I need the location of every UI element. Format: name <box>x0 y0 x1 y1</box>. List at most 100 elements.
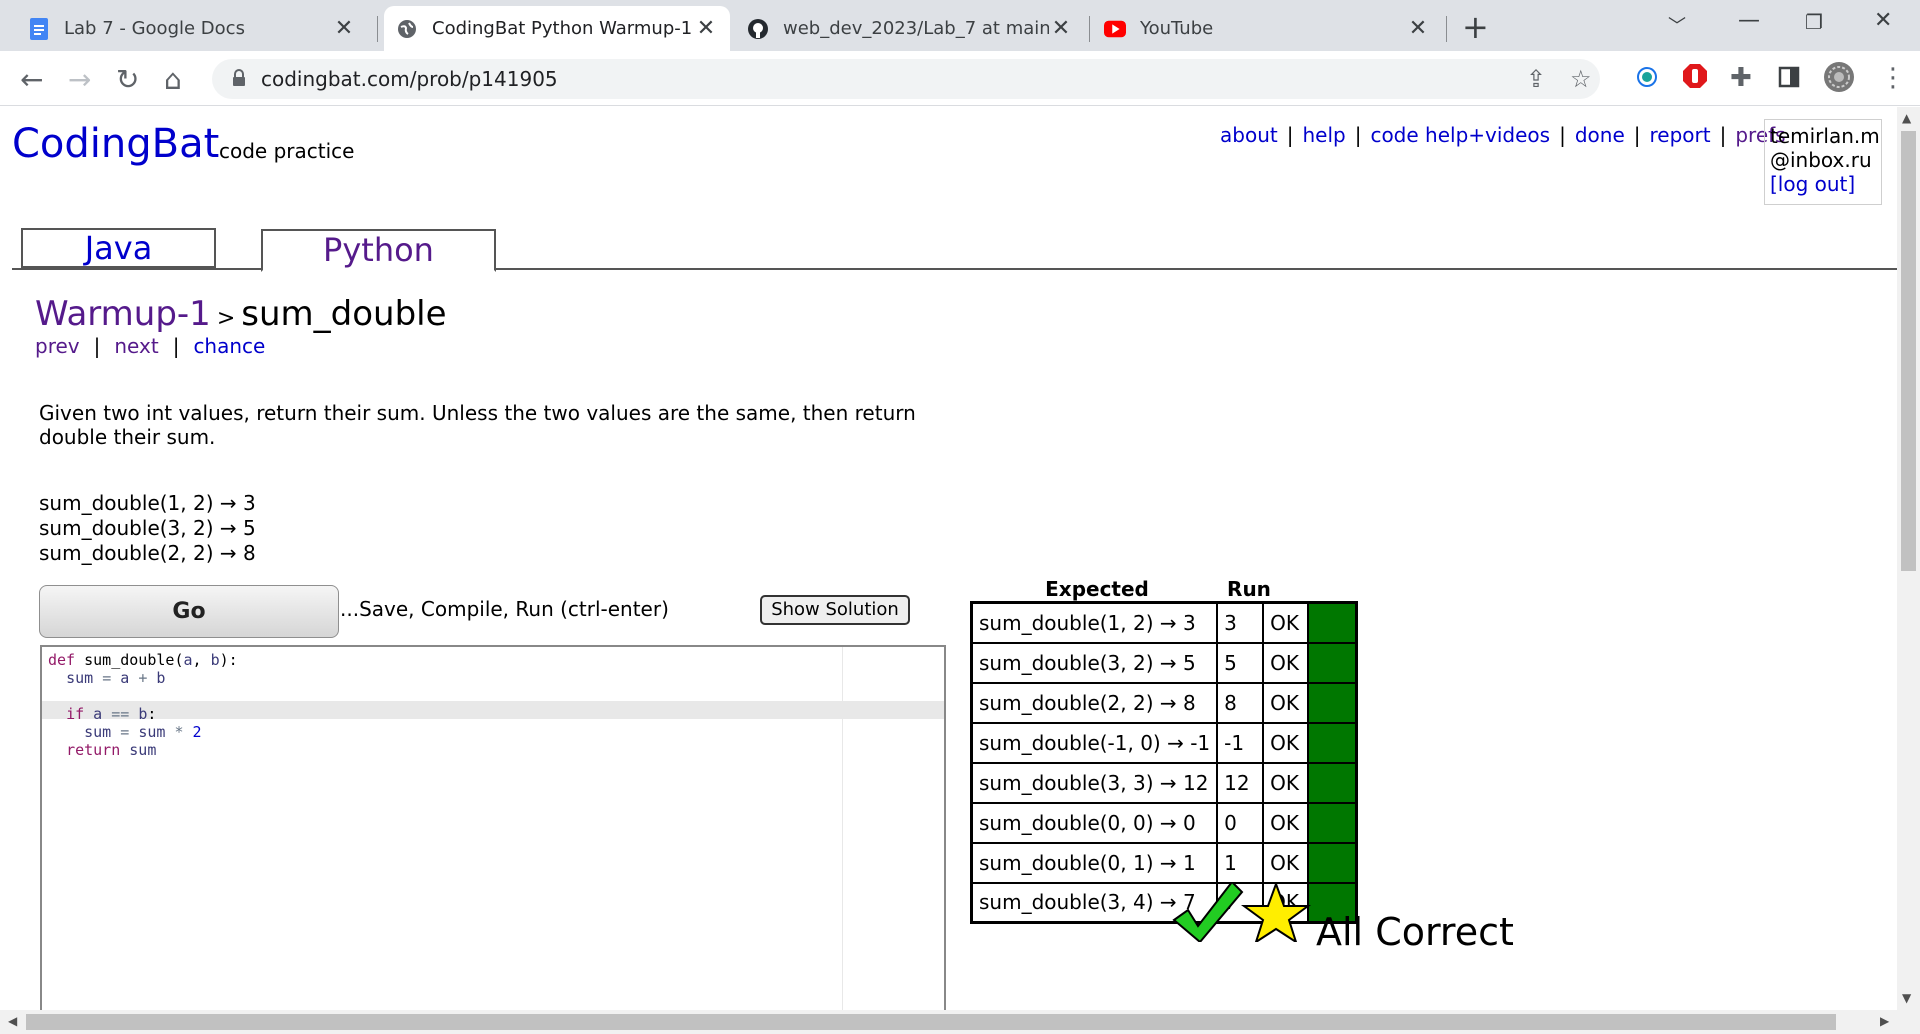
ok-cell: OK <box>1262 761 1310 804</box>
problem-nav: prev | next | chance <box>35 334 266 358</box>
code-line: sum = a + b <box>66 669 166 687</box>
help-link[interactable]: help <box>1302 123 1345 147</box>
tab-title: YouTube <box>1140 18 1214 39</box>
code-help-videos-link[interactable]: code help+videos <box>1370 123 1550 147</box>
restore-icon[interactable]: ❐ <box>1805 10 1823 34</box>
example-line: sum_double(3, 2) → 5 <box>39 516 256 540</box>
run-cell: 8 <box>1216 681 1265 724</box>
extension-record-icon[interactable] <box>1636 65 1658 95</box>
pass-indicator <box>1307 841 1358 884</box>
extensions-puzzle-icon[interactable]: ✚ <box>1730 63 1752 93</box>
back-arrow-icon[interactable]: ← <box>20 63 43 96</box>
expected-cell: sum_double(2, 2) → 8 <box>970 681 1219 724</box>
tab-search-chevron-icon[interactable]: ﹀ <box>1668 12 1686 38</box>
expected-header: Expected <box>1045 577 1149 601</box>
scroll-left-arrow-icon[interactable]: ◀ <box>8 1014 17 1028</box>
expected-cell: sum_double(3, 2) → 5 <box>970 641 1219 684</box>
browser-tab-codingbat[interactable]: CodingBat Python Warmup-1 sum_double ✕ <box>384 6 730 51</box>
lock-icon <box>232 69 246 91</box>
vertical-scrollbar[interactable]: ▲ ▼ <box>1897 107 1920 1010</box>
examples: sum_double(1, 2) → 3 sum_double(3, 2) → … <box>39 491 256 566</box>
close-tab-icon[interactable]: ✕ <box>332 16 356 41</box>
tab-divider <box>377 16 378 42</box>
pass-indicator <box>1307 601 1358 644</box>
check-star-icon <box>1172 882 1312 942</box>
browser-tab-strip: Lab 7 - Google Docs ✕ CodingBat Python W… <box>0 0 1920 51</box>
reload-icon[interactable]: ↻ <box>116 63 139 96</box>
run-cell: 5 <box>1216 641 1265 684</box>
share-icon[interactable]: ⇪ <box>1526 65 1546 93</box>
user-email-line2: @inbox.ru <box>1770 148 1872 172</box>
ok-cell: OK <box>1262 841 1310 884</box>
example-line: sum_double(1, 2) → 3 <box>39 491 256 515</box>
address-bar[interactable]: codingbat.com/prob/p141905 ⇪ ☆ <box>212 59 1600 99</box>
chance-link[interactable]: chance <box>193 334 265 358</box>
tab-title: CodingBat Python Warmup-1 sum_double <box>432 18 694 39</box>
expected-cell: sum_double(3, 3) → 12 <box>970 761 1219 804</box>
home-icon[interactable]: ⌂ <box>164 63 182 96</box>
tab-java[interactable]: Java <box>21 228 216 268</box>
tab-python[interactable]: Python <box>261 229 496 272</box>
prev-link[interactable]: prev <box>35 334 80 358</box>
browser-menu-icon[interactable]: ⋮ <box>1880 63 1906 93</box>
page-viewport: CodingBat code practice about | help | code … <box>0 107 1897 1010</box>
scroll-up-arrow-icon[interactable]: ▲ <box>1902 111 1911 125</box>
minimize-icon[interactable]: — <box>1738 8 1760 33</box>
tab-divider <box>1089 16 1090 42</box>
code-line: if a == b: <box>66 705 157 723</box>
close-tab-icon[interactable]: ✕ <box>694 16 718 41</box>
google-docs-icon <box>28 17 50 40</box>
pass-indicator <box>1307 721 1358 764</box>
result-row: sum_double(3, 2) → 5 5 OK <box>970 641 1358 684</box>
ok-cell: OK <box>1262 721 1310 764</box>
logo-subtitle: code practice <box>219 139 355 163</box>
bookmark-star-icon[interactable]: ☆ <box>1570 65 1592 93</box>
code-editor[interactable]: def sum_double(a, b): sum = a + b if a =… <box>40 645 946 1010</box>
user-email-line1: temirlan.m <box>1770 124 1880 148</box>
result-row: sum_double(-1, 0) → -1 -1 OK <box>970 721 1358 764</box>
browser-tab-youtube[interactable]: YouTube ✕ <box>1092 6 1442 51</box>
adblock-extension-icon[interactable] <box>1682 63 1708 96</box>
youtube-icon <box>1104 18 1126 40</box>
browser-tab-google-docs[interactable]: Lab 7 - Google Docs ✕ <box>16 6 368 51</box>
description-line: double their sum. <box>39 425 216 449</box>
new-tab-plus-icon[interactable]: + <box>1462 8 1489 46</box>
horizontal-scrollbar[interactable]: ◀ ▶ <box>0 1010 1920 1034</box>
print-margin <box>842 647 843 1010</box>
codingbat-logo[interactable]: CodingBat <box>12 121 219 167</box>
results-header-table: Expected Run <box>970 577 1274 601</box>
result-row: sum_double(1, 2) → 3 3 OK <box>970 601 1358 644</box>
category-link[interactable]: Warmup-1 <box>35 294 211 334</box>
side-panel-icon[interactable] <box>1778 65 1800 95</box>
go-hint: ...Save, Compile, Run (ctrl-enter) <box>340 597 669 621</box>
pass-indicator <box>1307 681 1358 724</box>
logout-link[interactable]: [log out] <box>1770 172 1855 196</box>
tab-title: web_dev_2023/Lab_7 at main · M <box>783 18 1049 39</box>
done-link[interactable]: done <box>1575 123 1625 147</box>
code-line: return sum <box>66 741 157 759</box>
active-line-highlight <box>42 701 944 719</box>
close-tab-icon[interactable]: ✕ <box>1406 16 1430 41</box>
browser-toolbar: ← → ↻ ⌂ codingbat.com/prob/p141905 ⇪ ☆ ✚… <box>0 51 1920 106</box>
ok-cell: OK <box>1262 801 1310 844</box>
pass-indicator <box>1307 801 1358 844</box>
next-link[interactable]: next <box>114 334 158 358</box>
breadcrumb: Warmup-1 > sum_double <box>35 294 447 334</box>
expected-cell: sum_double(0, 0) → 0 <box>970 801 1219 844</box>
horizontal-scroll-thumb[interactable] <box>26 1014 1836 1030</box>
close-tab-icon[interactable]: ✕ <box>1049 16 1073 41</box>
results-table: sum_double(1, 2) → 3 3 OK sum_double(3, 2) … <box>970 601 1358 924</box>
forward-arrow-icon[interactable]: → <box>68 63 91 96</box>
report-link[interactable]: report <box>1650 123 1711 147</box>
browser-tab-github[interactable]: web_dev_2023/Lab_7 at main · M ✕ <box>735 6 1085 51</box>
profile-avatar-icon[interactable] <box>1823 61 1855 100</box>
show-solution-button[interactable]: Show Solution <box>760 595 910 625</box>
vertical-scroll-thumb[interactable] <box>1901 131 1916 571</box>
scroll-right-arrow-icon[interactable]: ▶ <box>1880 1014 1889 1028</box>
problem-title: sum_double <box>241 294 447 334</box>
description-line: Given two int values, return their sum. … <box>39 401 916 425</box>
close-window-icon[interactable]: ✕ <box>1874 8 1892 33</box>
scroll-down-arrow-icon[interactable]: ▼ <box>1902 991 1911 1005</box>
go-button[interactable]: Go <box>39 585 339 638</box>
about-link[interactable]: about <box>1220 123 1278 147</box>
